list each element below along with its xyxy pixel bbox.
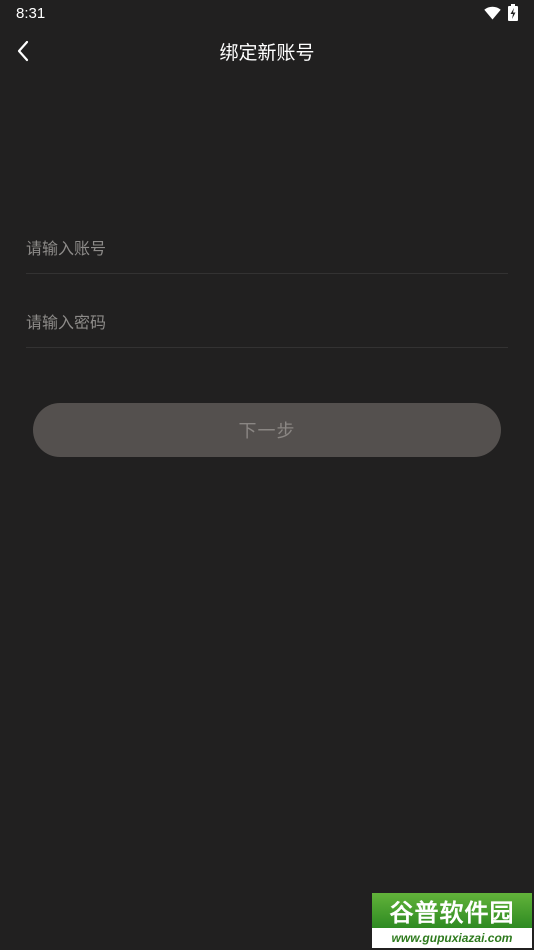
watermark-url: www.gupuxiazai.com [391, 931, 513, 945]
watermark-logo: 谷普软件园 www.gupuxiazai.com [372, 893, 532, 948]
password-input[interactable] [26, 297, 508, 347]
status-time: 8:31 [16, 5, 46, 22]
bind-account-screen: 8:31 绑定新账号 下一步 谷普软件园 www.gupuxiazai.com [0, 0, 534, 950]
account-input[interactable] [26, 223, 508, 273]
account-field [26, 223, 508, 274]
battery-charging-icon [508, 4, 518, 21]
app-header: 绑定新账号 [0, 28, 534, 74]
page-title: 绑定新账号 [219, 42, 315, 64]
password-field [26, 297, 508, 348]
watermark-brand: 谷普软件园 [372, 893, 532, 928]
next-step-button[interactable]: 下一步 [33, 403, 501, 457]
wifi-icon [484, 6, 501, 20]
status-bar: 8:31 [0, 0, 534, 28]
